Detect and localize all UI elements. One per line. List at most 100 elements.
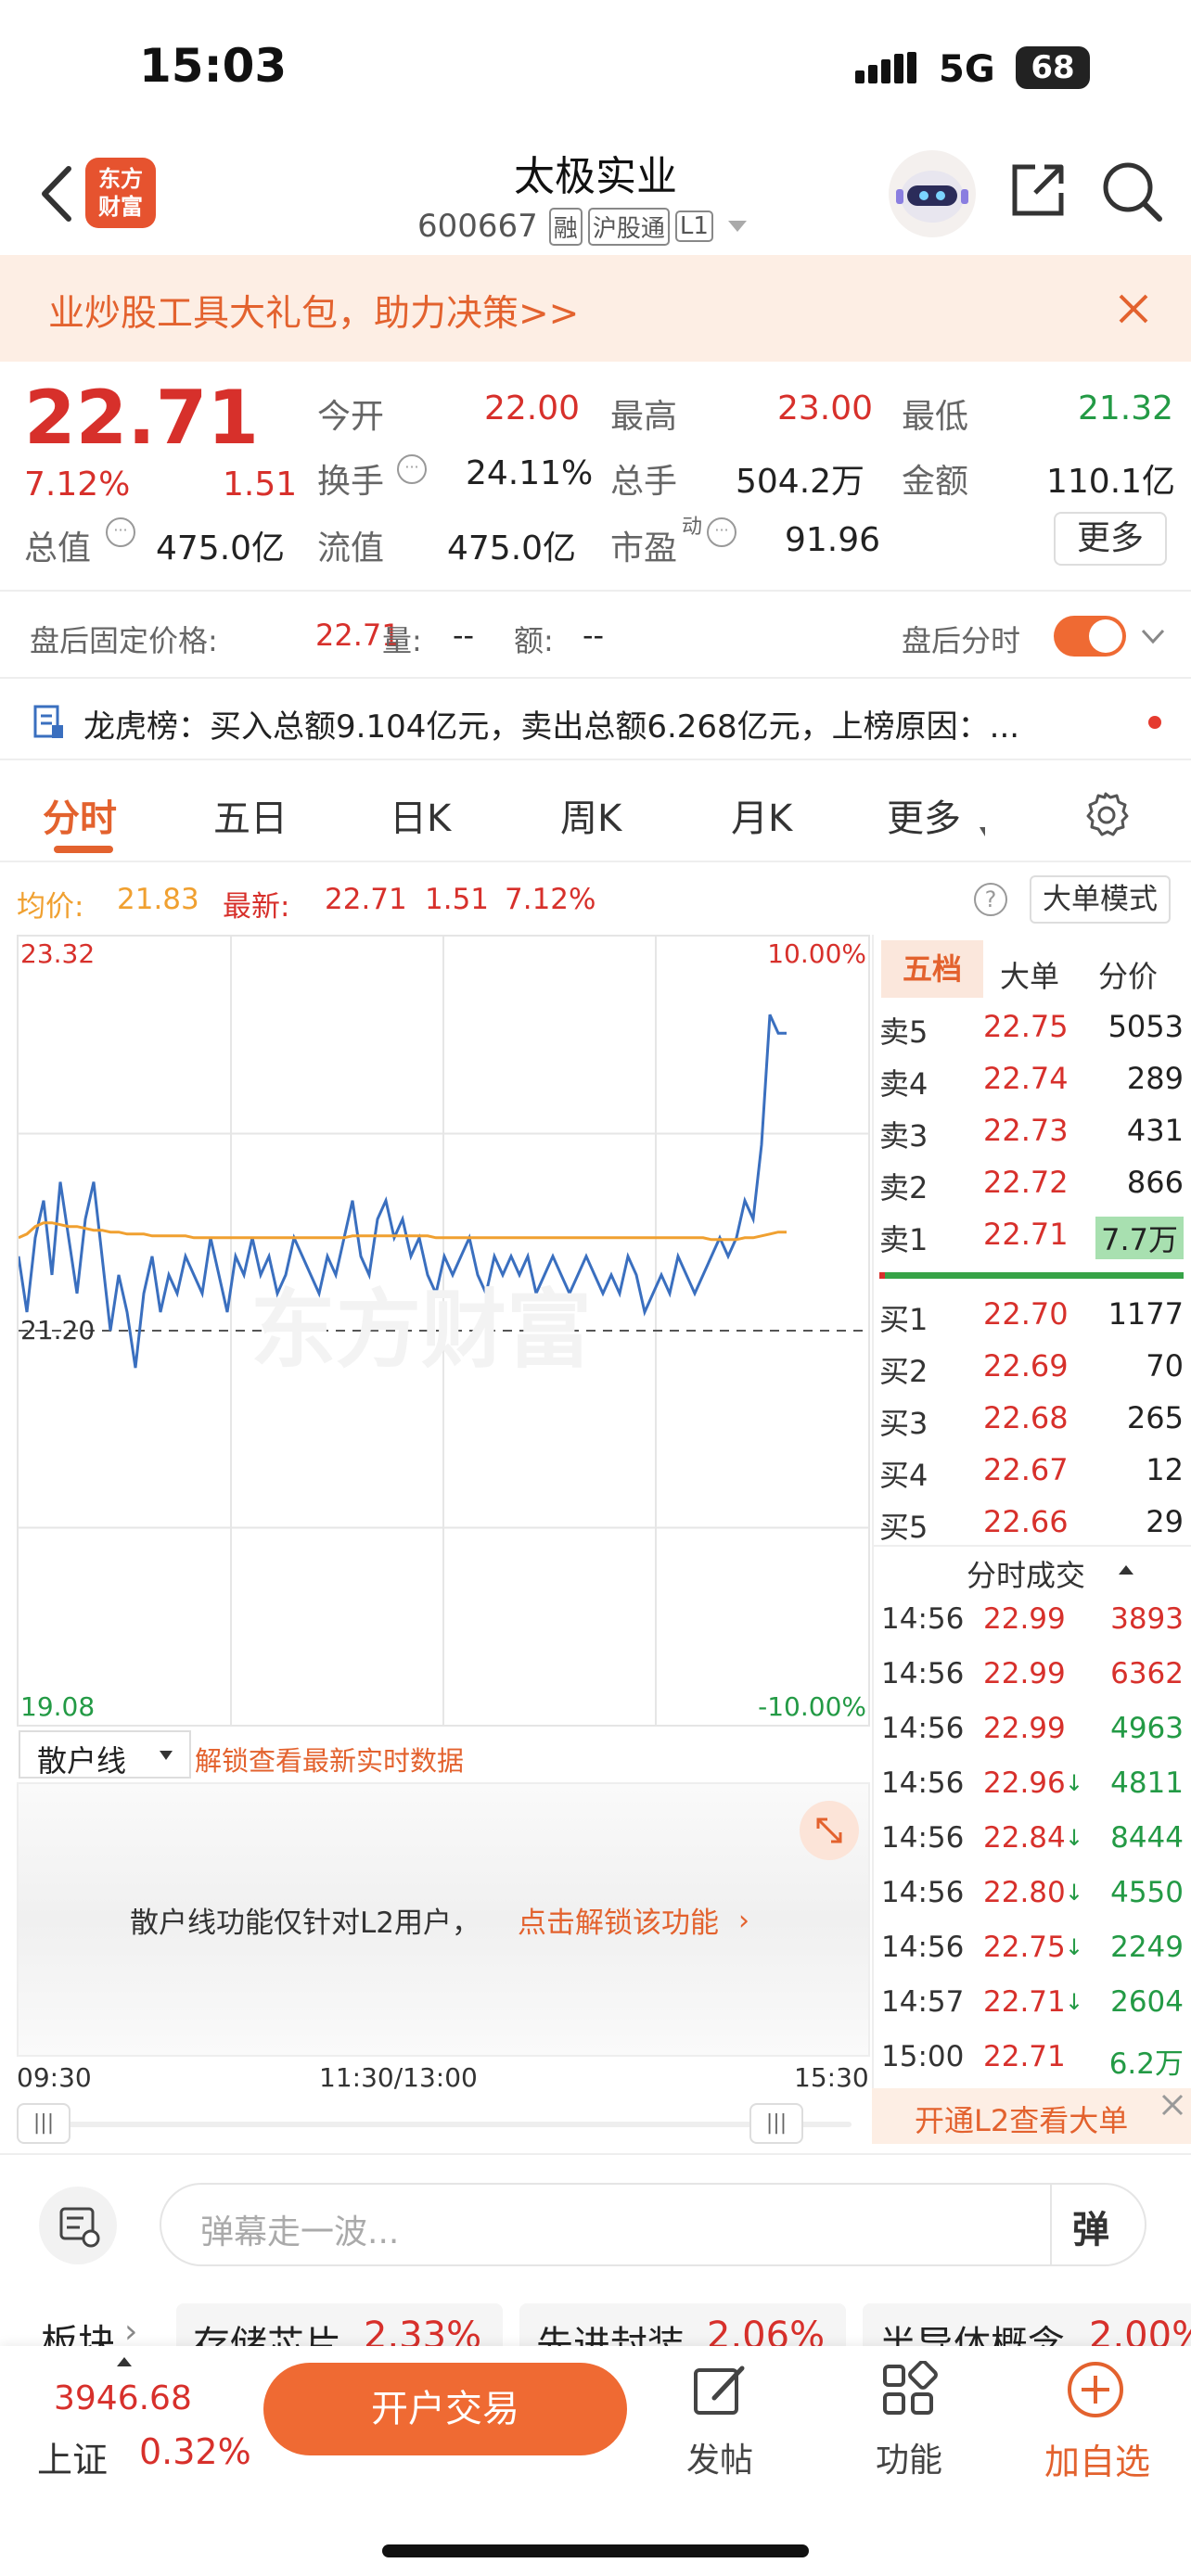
index-value[interactable]: 3946.68 bbox=[54, 2379, 192, 2417]
level-volume: 265 bbox=[1126, 1400, 1184, 1435]
bid-row[interactable]: 买1 22.70 1177 bbox=[879, 1289, 1185, 1341]
trade-price: 22.80 bbox=[983, 1876, 1066, 1909]
tab-week-k[interactable]: 周K bbox=[560, 788, 621, 842]
gear-icon[interactable] bbox=[1080, 788, 1132, 840]
help-icon[interactable]: ? bbox=[974, 883, 1007, 916]
trade-row: 14:56 22.84 ↓ 8444 bbox=[879, 1814, 1185, 1868]
info-icon[interactable]: ··· bbox=[397, 454, 427, 484]
chevron-down-icon[interactable] bbox=[1139, 623, 1167, 651]
danmu-input[interactable]: 弹幕走一波... 弹 bbox=[160, 2183, 1146, 2266]
level-price: 22.69 bbox=[983, 1348, 1069, 1384]
trade-volume: 4550 bbox=[1110, 1876, 1184, 1909]
pe-label: 市盈 bbox=[610, 529, 678, 567]
edit-icon[interactable] bbox=[690, 2361, 749, 2420]
l2-cta[interactable]: 开通L2查看大单 bbox=[872, 2088, 1191, 2144]
turnover-value: 24.11% bbox=[466, 454, 594, 492]
tab-day-k[interactable]: 日K bbox=[390, 788, 451, 842]
chart-watermark: 东方财富 bbox=[250, 1281, 593, 1380]
trade-time: 14:57 bbox=[881, 1985, 965, 2019]
close-icon[interactable] bbox=[1159, 2092, 1185, 2118]
ask-row[interactable]: 卖2 22.72 866 bbox=[879, 1157, 1185, 1209]
danmu-settings-icon[interactable] bbox=[39, 2187, 117, 2264]
close-icon[interactable] bbox=[1115, 290, 1152, 327]
level-price: 22.75 bbox=[983, 1009, 1069, 1044]
tab-month-k[interactable]: 月K bbox=[731, 788, 792, 842]
range-handle-left[interactable]: ||| bbox=[17, 2103, 70, 2144]
bid-row[interactable]: 买4 22.67 12 bbox=[879, 1445, 1185, 1497]
trade-time: 14:56 bbox=[881, 1931, 965, 1964]
last-price: 22.71 bbox=[24, 375, 260, 461]
search-icon[interactable] bbox=[1100, 159, 1165, 224]
tab-large-order[interactable]: 大单 bbox=[1000, 953, 1059, 996]
stock-code: 600667 bbox=[417, 208, 538, 245]
intraday-chart[interactable]: 23.32 10.00% 21.20 19.08 -10.00% 东方财富 bbox=[17, 935, 870, 1727]
add-watchlist-label[interactable]: 加自选 bbox=[1044, 2433, 1150, 2484]
bid-row[interactable]: 买5 22.66 29 bbox=[879, 1497, 1185, 1549]
level-price: 22.70 bbox=[983, 1296, 1069, 1332]
trade-time: 14:56 bbox=[881, 1712, 965, 1745]
trade-price: 22.84 bbox=[983, 1821, 1066, 1855]
chart-info-row: 均价: 21.83 最新: 22.71 1.51 7.12% ? 大单模式 bbox=[0, 862, 1191, 933]
caret-down-icon bbox=[160, 1751, 173, 1760]
more-button[interactable]: 更多 bbox=[1054, 512, 1167, 566]
afterhours-amt: -- bbox=[583, 618, 605, 653]
trade-row: 14:56 22.99 4963 bbox=[879, 1704, 1185, 1759]
amount-label: 金额 bbox=[902, 463, 969, 501]
info-icon[interactable]: ··· bbox=[707, 517, 736, 547]
level-volume: 29 bbox=[1146, 1504, 1184, 1539]
level-price: 22.73 bbox=[983, 1113, 1069, 1148]
afterhours-amt-label: 额: bbox=[514, 623, 554, 658]
info-icon[interactable]: ··· bbox=[106, 517, 135, 547]
promo-banner[interactable]: 业炒股工具大礼包，助力决策>> bbox=[0, 255, 1191, 362]
retail-selector-label: 散户线 bbox=[37, 1743, 127, 1779]
afterhours-toggle[interactable] bbox=[1054, 616, 1126, 657]
afterhours-vol-label: 量: bbox=[382, 623, 422, 658]
expand-icon[interactable] bbox=[800, 1801, 859, 1860]
share-icon[interactable] bbox=[1007, 159, 1069, 221]
large-order-mode-button[interactable]: 大单模式 bbox=[1030, 875, 1171, 924]
trades-title-row[interactable]: 分时成交 bbox=[872, 1549, 1191, 1597]
orderbook-divider bbox=[872, 1545, 1191, 1547]
ask-row[interactable]: 卖3 22.73 431 bbox=[879, 1105, 1185, 1157]
post-label[interactable]: 发帖 bbox=[686, 2433, 753, 2481]
tab-price-split[interactable]: 分价 bbox=[1098, 953, 1158, 996]
float-value: 475.0亿 bbox=[447, 529, 577, 567]
level-price: 22.68 bbox=[983, 1400, 1069, 1435]
trade-time: 15:00 bbox=[881, 2040, 965, 2073]
tab-five-day[interactable]: 五日 bbox=[213, 788, 288, 842]
caret-icon bbox=[980, 827, 985, 836]
stock-code-row[interactable]: 600667 融 沪股通 L1 bbox=[417, 206, 747, 247]
afterhours-row: 盘后固定价格: 22.71 量: -- 额: -- 盘后分时 bbox=[0, 590, 1191, 679]
unlock-hint[interactable]: 解锁查看最新实时数据 bbox=[195, 1740, 464, 1779]
bottom-dock: 3946.68 上证 0.32% 开户交易 发帖 功能 加自选 bbox=[0, 2346, 1191, 2576]
trade-button[interactable]: 开户交易 bbox=[263, 2363, 627, 2455]
dragon-list-row[interactable]: 龙虎榜：买入总额9.104亿元，卖出总额6.268亿元，上榜原因：... bbox=[0, 679, 1191, 760]
range-handle-right[interactable]: ||| bbox=[749, 2103, 803, 2144]
ask-row[interactable]: 卖4 22.74 289 bbox=[879, 1053, 1185, 1105]
volume-value: 504.2万 bbox=[736, 463, 865, 501]
tab-five-level[interactable]: 五档 bbox=[881, 940, 983, 998]
ask-row[interactable]: 卖1 22.71 7.7万 bbox=[879, 1209, 1185, 1261]
level-price: 22.66 bbox=[983, 1504, 1069, 1539]
dragon-text: 龙虎榜：买入总额9.104亿元，卖出总额6.268亿元，上榜原因：... bbox=[83, 708, 1020, 746]
bid-row[interactable]: 买2 22.69 70 bbox=[879, 1341, 1185, 1393]
badge-level: L1 bbox=[674, 210, 713, 242]
chart-range-scrollbar[interactable]: ||| ||| bbox=[17, 2103, 870, 2144]
retail-unlock-link[interactable]: 点击解锁该功能 bbox=[518, 1899, 719, 1941]
pe-superscript: 动 bbox=[682, 516, 703, 539]
danmu-toggle-icon[interactable]: 弹 bbox=[1072, 2200, 1109, 2253]
bid-row[interactable]: 买3 22.68 265 bbox=[879, 1393, 1185, 1445]
tab-intraday[interactable]: 分时 bbox=[43, 788, 117, 842]
tab-more[interactable]: 更多 bbox=[887, 788, 961, 842]
add-icon[interactable] bbox=[1065, 2359, 1126, 2420]
level-label: 买4 bbox=[879, 1458, 928, 1493]
ask-row[interactable]: 卖5 22.75 5053 bbox=[879, 1001, 1185, 1053]
level-volume: 1177 bbox=[1108, 1296, 1184, 1332]
chevron-down-icon bbox=[727, 221, 747, 232]
function-label[interactable]: 功能 bbox=[876, 2433, 942, 2481]
danmu-row: 弹幕走一波... 弹 bbox=[0, 2153, 1191, 2292]
trade-price: 22.99 bbox=[983, 1602, 1066, 1636]
grid-icon[interactable] bbox=[879, 2360, 939, 2420]
retail-selector[interactable]: 散户线 bbox=[19, 1730, 191, 1779]
robot-assistant-icon[interactable] bbox=[889, 150, 976, 237]
